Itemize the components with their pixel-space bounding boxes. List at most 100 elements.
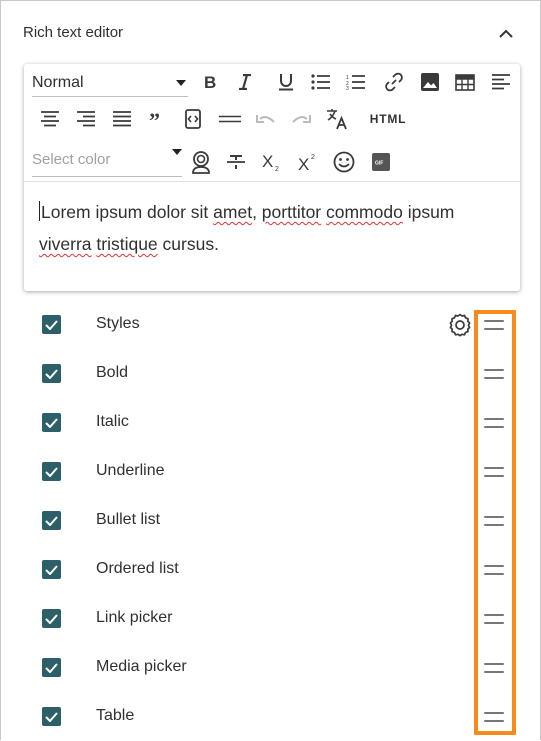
svg-text:”: ” — [149, 113, 160, 125]
list-item-italic: Italic — [1, 398, 541, 447]
format-paint-icon[interactable] — [187, 148, 215, 176]
svg-text:2: 2 — [275, 166, 279, 172]
align-justify-icon[interactable] — [108, 105, 136, 133]
align-right-icon[interactable] — [72, 105, 100, 133]
svg-text:3: 3 — [346, 86, 349, 90]
chevron-down-icon — [176, 79, 186, 86]
drag-handle-icon[interactable] — [482, 319, 506, 331]
undo-icon[interactable] — [252, 105, 280, 133]
checkmark-icon — [45, 662, 58, 673]
color-select[interactable]: Select color — [32, 143, 182, 177]
text-cursor — [39, 201, 40, 221]
list-item-label: Ordered list — [96, 560, 179, 577]
list-item-bullet-list: Bullet list — [1, 496, 541, 545]
panel-title: Rich text editor — [23, 24, 124, 41]
svg-text:B: B — [204, 74, 216, 90]
drag-handle-icon[interactable] — [482, 368, 506, 380]
format-select[interactable]: Normal — [32, 69, 188, 97]
superscript-icon[interactable]: X2 — [294, 148, 322, 176]
svg-text:2: 2 — [311, 154, 315, 161]
format-select-value: Normal — [32, 73, 84, 91]
list-item-label: Bold — [96, 364, 129, 381]
list-item-table: Table — [1, 692, 541, 741]
drag-handle-icon[interactable] — [482, 515, 506, 527]
bullet-list-icon[interactable] — [307, 68, 335, 96]
list-item-underline: Underline — [1, 447, 541, 496]
bullet-list-checkbox[interactable] — [42, 511, 61, 530]
svg-text:GIF: GIF — [375, 161, 383, 167]
align-center-icon[interactable] — [36, 105, 64, 133]
checkmark-icon — [45, 564, 58, 575]
color-select-placeholder: Select color — [32, 151, 111, 168]
svg-text:X: X — [262, 152, 273, 171]
link-icon[interactable] — [380, 68, 408, 96]
drag-handle-icon[interactable] — [482, 564, 506, 576]
list-item-label: Link picker — [96, 609, 173, 626]
drag-handle-icon[interactable] — [482, 466, 506, 478]
horizontal-rule-icon[interactable] — [216, 105, 244, 133]
misspelled-word: commodo — [326, 202, 403, 222]
drag-handle-icon[interactable] — [482, 417, 506, 429]
align-left-icon[interactable] — [487, 68, 515, 96]
table-icon[interactable] — [451, 68, 479, 96]
editor-card: Normal B 123 HTML Select color X 2 X 2 G… — [24, 64, 520, 291]
image-icon[interactable] — [416, 68, 444, 96]
gear-icon[interactable] — [448, 313, 472, 337]
editor-text: , — [252, 202, 262, 222]
translate-icon[interactable] — [323, 105, 351, 133]
gif-icon[interactable]: GIF — [367, 148, 395, 176]
list-item-media-picker: Media picker — [1, 643, 541, 692]
editor-text: ipsum — [402, 202, 455, 222]
emoji-icon[interactable] — [330, 148, 358, 176]
styles-checkbox[interactable] — [42, 315, 61, 334]
strikethrough-icon[interactable] — [222, 148, 250, 176]
list-item-label: Styles — [96, 315, 140, 332]
checkmark-icon — [45, 417, 58, 428]
bold-checkbox[interactable] — [42, 364, 61, 383]
ordered-list-icon[interactable]: 123 — [342, 68, 370, 96]
bold-icon[interactable]: B — [196, 68, 224, 96]
editor-content[interactable]: Lorem ipsum dolor sit amet, porttitor co… — [39, 196, 509, 260]
subscript-icon[interactable]: X2 — [258, 148, 286, 176]
checkmark-icon — [45, 319, 58, 330]
chevron-up-icon — [499, 29, 513, 38]
link-picker-checkbox[interactable] — [42, 609, 61, 628]
checkmark-icon — [45, 613, 58, 624]
blockquote-icon[interactable]: ” — [143, 105, 171, 133]
editor-text: cursus. — [157, 234, 219, 254]
list-item-styles: Styles — [1, 300, 541, 349]
misspelled-word: viverra — [39, 234, 92, 254]
table-checkbox[interactable] — [42, 707, 61, 726]
misspelled-word: porttitor — [261, 202, 322, 222]
editor-toolbar: Normal B 123 HTML Select color X 2 X 2 G… — [24, 64, 520, 182]
list-item-bold: Bold — [1, 349, 541, 398]
checkmark-icon — [45, 711, 58, 722]
checkmark-icon — [45, 368, 58, 379]
list-item-link-picker: Link picker — [1, 594, 541, 643]
list-item-label: Table — [96, 707, 135, 724]
list-item-label: Media picker — [96, 658, 187, 675]
list-item-ordered-list: Ordered list — [1, 545, 541, 594]
code-block-icon[interactable] — [179, 105, 207, 133]
list-item-label: Italic — [96, 413, 129, 430]
italic-icon[interactable] — [231, 68, 259, 96]
ordered-list-checkbox[interactable] — [42, 560, 61, 579]
redo-icon[interactable] — [287, 105, 315, 133]
rich-text-editor-panel: Rich text editor Normal B 123 HTML Selec… — [0, 0, 541, 740]
misspelled-word: tristique — [96, 234, 158, 254]
svg-text:X: X — [298, 155, 309, 172]
editor-text: Lorem ipsum dolor sit — [41, 202, 214, 222]
drag-handle-icon[interactable] — [482, 711, 506, 723]
drag-handle-icon[interactable] — [482, 613, 506, 625]
media-picker-checkbox[interactable] — [42, 658, 61, 677]
underline-icon[interactable] — [272, 68, 300, 96]
collapse-button[interactable] — [496, 23, 516, 43]
checkmark-icon — [45, 466, 58, 477]
underline-checkbox[interactable] — [42, 462, 61, 481]
list-item-label: Bullet list — [96, 511, 161, 528]
drag-handle-icon[interactable] — [482, 662, 506, 674]
html-button[interactable]: HTML — [366, 105, 410, 133]
italic-checkbox[interactable] — [42, 413, 61, 432]
checkmark-icon — [45, 515, 58, 526]
chevron-down-icon — [172, 148, 182, 155]
